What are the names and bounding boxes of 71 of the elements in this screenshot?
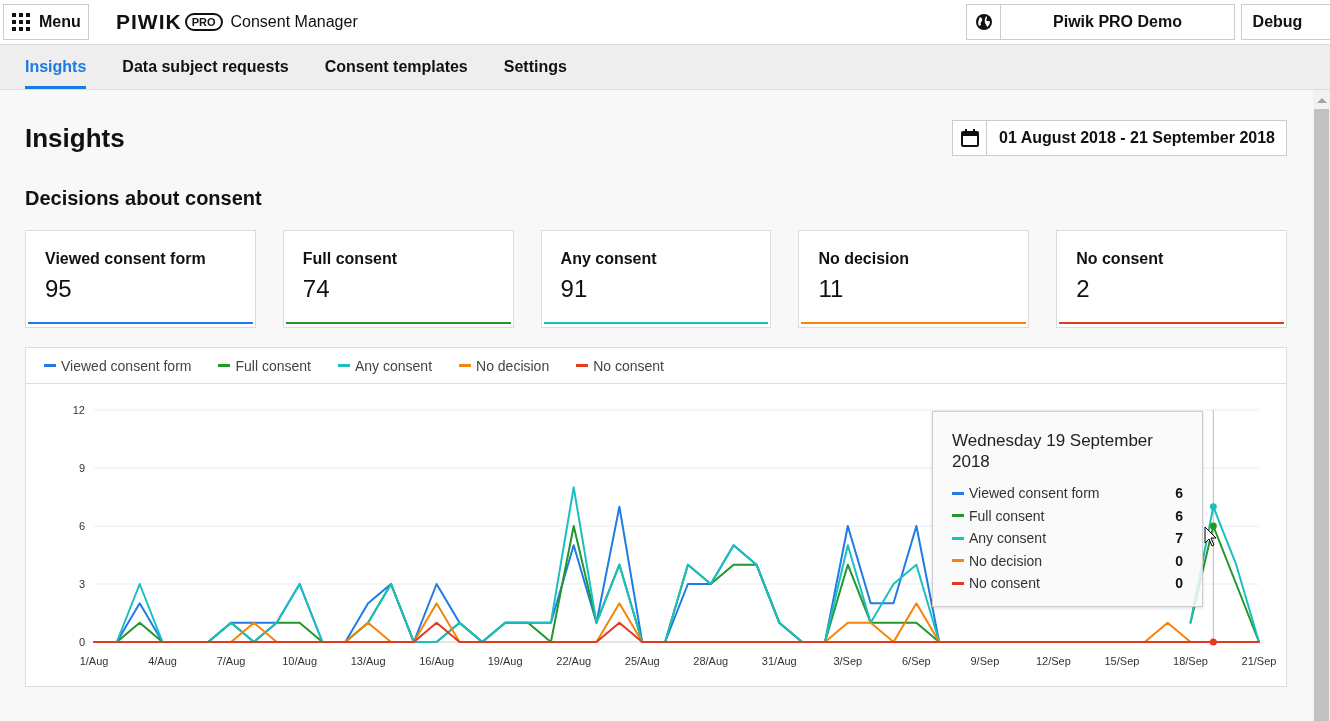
legend-swatch <box>952 491 964 495</box>
axis-label: 28/Aug <box>693 655 729 667</box>
legend-swatch <box>952 559 964 563</box>
card-value: 2 <box>1076 274 1091 304</box>
nav-tab[interactable]: Data subject requests <box>122 45 289 89</box>
card-value: 91 <box>560 274 589 304</box>
axis-label: 21/Sep <box>1241 655 1277 667</box>
axis-label: 22/Aug <box>556 655 592 667</box>
grid-icon <box>12 13 30 31</box>
legend-swatch <box>952 536 964 540</box>
calendar-icon <box>959 128 980 148</box>
legend-swatch <box>952 581 964 585</box>
axis-label: 18/Sep <box>1173 655 1208 667</box>
axis-label: 0 <box>78 636 85 648</box>
axis-label: 13/Aug <box>350 655 386 667</box>
card-label: Any consent <box>560 249 658 269</box>
axis-label: 4/Aug <box>148 655 177 667</box>
legend-label[interactable]: Full consent <box>235 357 311 374</box>
axis-label: 6 <box>78 520 85 532</box>
card-label: No decision <box>818 249 911 269</box>
axis-label: 3 <box>78 578 85 590</box>
tooltip-value: 7 <box>1175 530 1183 547</box>
logo-text: PIWIK <box>116 10 182 34</box>
axis-label: 6/Sep <box>902 655 931 667</box>
debug-button[interactable]: Debug <box>1241 4 1330 40</box>
legend-label[interactable]: Any consent <box>354 357 433 374</box>
scroll-up-button[interactable] <box>1316 98 1327 103</box>
date-range-button[interactable]: 01 August 2018 - 21 September 2018 <box>952 120 1287 156</box>
axis-label: 9/Sep <box>970 655 1000 667</box>
card-value: 74 <box>302 274 331 304</box>
tooltip-label: Any consent <box>969 530 1048 547</box>
tooltip-label: No consent <box>969 575 1041 592</box>
card-value: 11 <box>818 274 845 304</box>
logo-badge: PRO <box>184 13 223 31</box>
legend-label[interactable]: Viewed consent form <box>61 357 192 374</box>
legend-swatch <box>952 514 964 518</box>
card-label: Viewed consent form <box>45 249 207 269</box>
axis-label: 7/Aug <box>216 655 246 667</box>
nav-tab[interactable]: Consent templates <box>324 45 468 89</box>
legend-label[interactable]: No decision <box>476 357 550 374</box>
axis-label: 12/Sep <box>1035 655 1071 667</box>
tooltip-label: Viewed consent form <box>969 485 1101 502</box>
site-selector-button[interactable]: Piwik PRO Demo <box>966 4 1235 40</box>
chart-dot <box>1209 503 1217 511</box>
legend-label[interactable]: No consent <box>593 357 664 374</box>
tooltip-value: 6 <box>1175 507 1183 524</box>
tooltip-label: Full consent <box>969 507 1046 524</box>
nav-tab[interactable]: Settings <box>503 45 567 89</box>
axis-label: 16/Aug <box>419 655 455 667</box>
globe-icon <box>974 13 993 31</box>
axis-label: 3/Sep <box>833 655 863 667</box>
page-title: Insights <box>25 122 125 155</box>
axis-label: 10/Aug <box>282 655 318 667</box>
tooltip-value: 6 <box>1175 485 1183 502</box>
axis-label: 25/Aug <box>624 655 660 667</box>
menu-button[interactable]: Menu <box>3 4 89 40</box>
axis-label: 15/Sep <box>1104 655 1140 667</box>
axis-label: 31/Aug <box>761 655 797 667</box>
axis-label: 9 <box>78 462 85 474</box>
tooltip-value: 0 <box>1175 552 1183 569</box>
axis-label: 1/Aug <box>79 655 109 667</box>
axis-label: 12 <box>72 404 85 416</box>
card-label: No consent <box>1076 249 1165 269</box>
section-title: Decisions about consent <box>25 186 263 211</box>
card-label: Full consent <box>302 249 399 269</box>
card-value: 95 <box>45 274 73 304</box>
tooltip-title: Wednesday 19 September 2018 <box>952 430 1154 472</box>
axis-label: 19/Aug <box>487 655 523 667</box>
tooltip-value: 0 <box>1175 575 1183 592</box>
app-name: Consent Manager <box>230 13 358 31</box>
tooltip-label: No decision <box>969 552 1044 569</box>
